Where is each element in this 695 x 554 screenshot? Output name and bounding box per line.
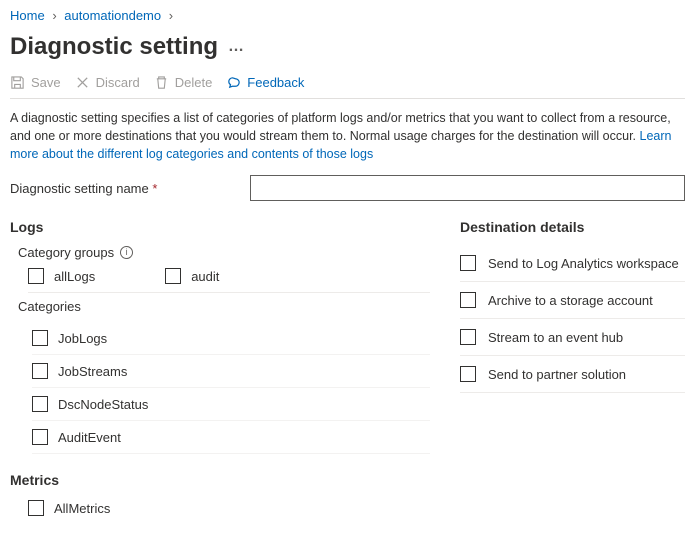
breadcrumb-resource[interactable]: automationdemo [64,8,161,23]
breadcrumb: Home › automationdemo › [10,6,685,29]
destination-partner[interactable]: Send to partner solution [460,356,685,393]
intro-text: A diagnostic setting specifies a list of… [10,109,685,163]
category-group-label: allLogs [54,269,95,284]
category-joblogs[interactable]: JobLogs [32,322,430,355]
destination-label: Stream to an event hub [488,330,623,345]
category-label: DscNodeStatus [58,397,148,412]
checkbox[interactable] [460,366,476,382]
chevron-right-icon: › [48,8,60,23]
checkbox[interactable] [32,396,48,412]
logs-heading: Logs [10,219,430,235]
category-label: AuditEvent [58,430,121,445]
save-button[interactable]: Save [10,75,61,90]
feedback-icon [226,75,241,90]
checkbox[interactable] [460,255,476,271]
checkbox[interactable] [28,268,44,284]
category-group-alllogs[interactable]: allLogs [28,268,95,284]
trash-icon [154,75,169,90]
setting-name-input[interactable] [250,175,685,201]
checkbox[interactable] [460,292,476,308]
destination-storage[interactable]: Archive to a storage account [460,282,685,319]
destination-label: Send to partner solution [488,367,626,382]
info-icon[interactable]: i [120,246,133,259]
destinations-heading: Destination details [460,219,685,235]
category-auditevent[interactable]: AuditEvent [32,421,430,454]
setting-name-label: Diagnostic setting name * [10,181,250,196]
category-dscnodestatus[interactable]: DscNodeStatus [32,388,430,421]
category-label: JobLogs [58,331,107,346]
discard-button[interactable]: Discard [75,75,140,90]
destination-log-analytics[interactable]: Send to Log Analytics workspace [460,245,685,282]
checkbox[interactable] [32,429,48,445]
checkbox[interactable] [460,329,476,345]
destination-label: Send to Log Analytics workspace [488,256,679,271]
category-label: JobStreams [58,364,127,379]
checkbox[interactable] [32,363,48,379]
category-groups-label: Category groups i [18,245,430,260]
destination-event-hub[interactable]: Stream to an event hub [460,319,685,356]
delete-button[interactable]: Delete [154,75,213,90]
category-group-audit[interactable]: audit [165,268,219,284]
command-bar: Save Discard Delete Feedback [10,71,685,99]
categories-label: Categories [18,299,430,314]
metric-allmetrics[interactable]: AllMetrics [28,492,430,524]
metrics-heading: Metrics [10,472,430,488]
save-icon [10,75,25,90]
setting-name-row: Diagnostic setting name * [10,175,685,201]
chevron-right-icon: › [165,8,177,23]
close-icon [75,75,90,90]
feedback-button[interactable]: Feedback [226,75,304,90]
category-group-label: audit [191,269,219,284]
checkbox[interactable] [28,500,44,516]
metric-label: AllMetrics [54,501,110,516]
checkbox[interactable] [165,268,181,284]
page-title: Diagnostic setting … [10,33,685,61]
more-icon[interactable]: … [228,38,244,56]
destination-label: Archive to a storage account [488,293,653,308]
breadcrumb-home[interactable]: Home [10,8,45,23]
category-jobstreams[interactable]: JobStreams [32,355,430,388]
checkbox[interactable] [32,330,48,346]
